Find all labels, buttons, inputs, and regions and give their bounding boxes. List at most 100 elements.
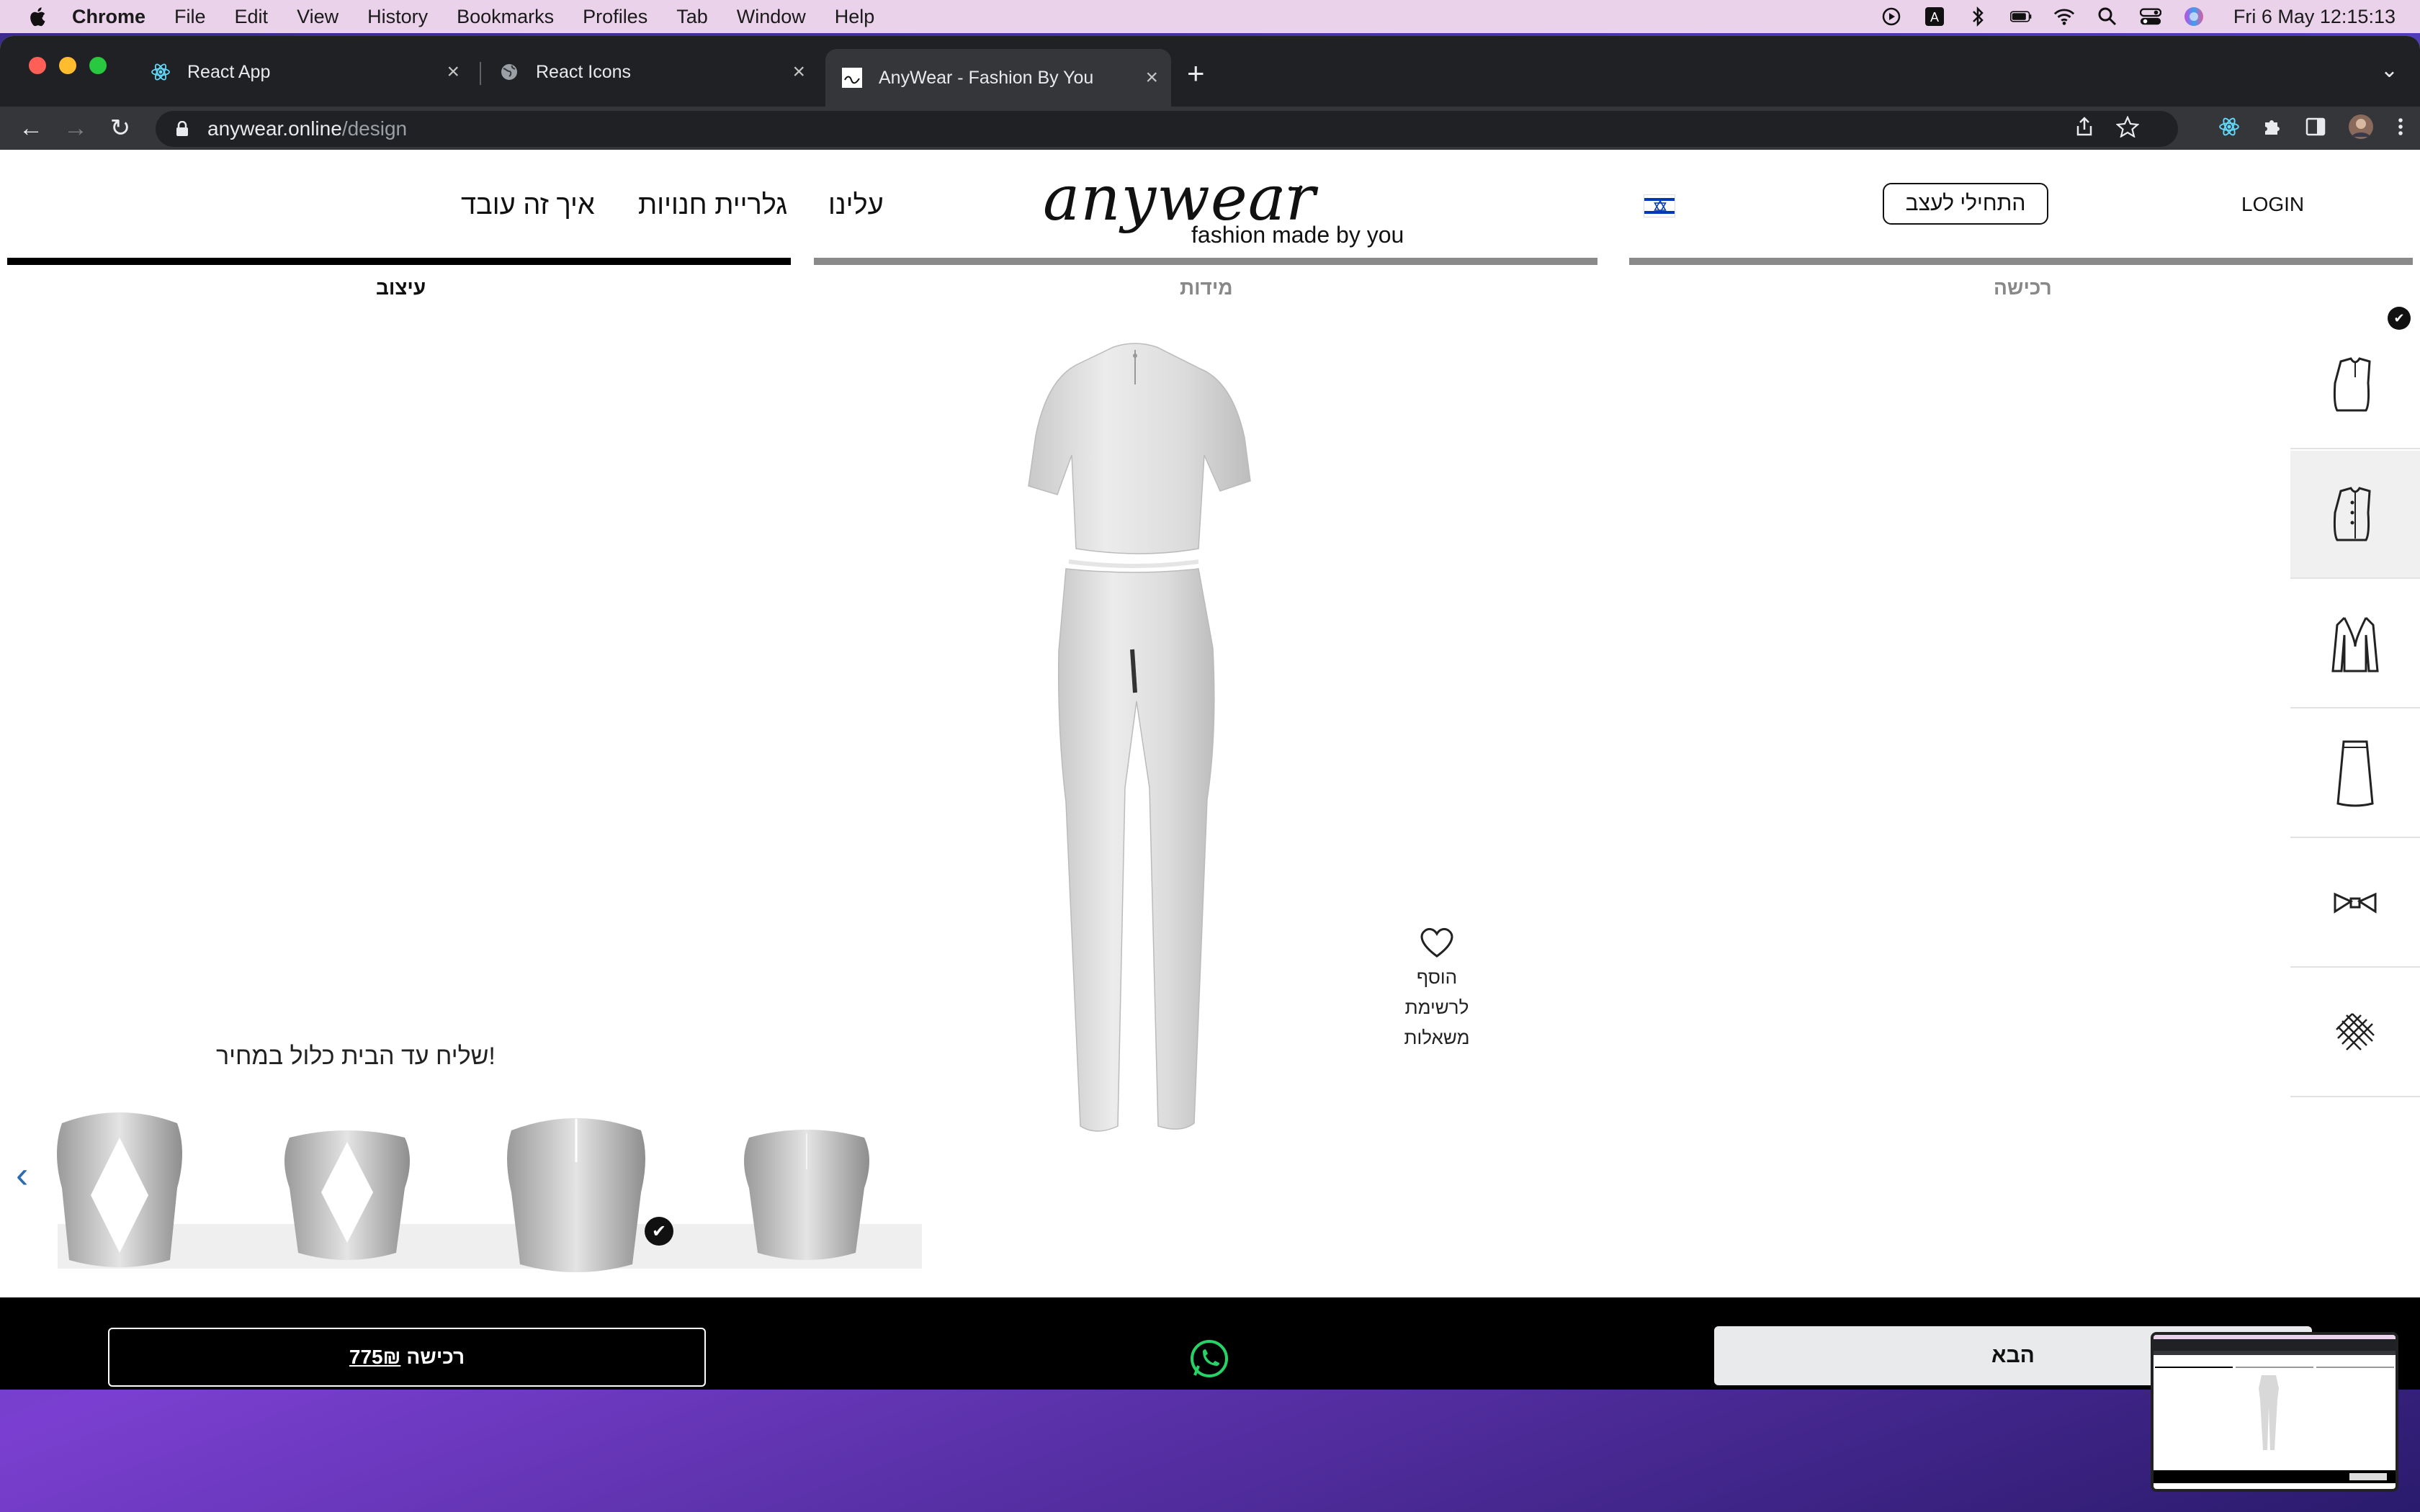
reload-icon[interactable]: ↻ [104, 112, 137, 145]
zoom-window-button[interactable] [89, 57, 107, 74]
add-to-wishlist[interactable]: הוסף לרשימת משאלות [1397, 926, 1476, 1053]
react-icon [150, 61, 171, 83]
step-label-measurements[interactable]: מידות [1180, 276, 1233, 300]
step-bar-purchase [1629, 258, 2413, 265]
menu-bookmarks[interactable]: Bookmarks [457, 6, 554, 28]
israel-flag-icon[interactable] [1644, 194, 1675, 217]
browser-toolbar: ← → ↻ anywear.online/design [0, 107, 2420, 150]
garment-3d-preview[interactable] [1005, 340, 1265, 1189]
menu-window[interactable]: Window [737, 6, 806, 28]
tab-react-icons[interactable]: React Icons × [483, 49, 818, 95]
wishlist-line-2: לרשימת [1404, 996, 1469, 1018]
url-host: anywear.online [207, 117, 342, 140]
anywear-logo[interactable]: anywear fashion made by you [1043, 163, 1417, 249]
carousel-prev-chevron-icon[interactable]: ‹ [16, 1153, 28, 1197]
wishlist-line-1: הוסף [1416, 966, 1458, 988]
login-link[interactable]: LOGIN [2241, 193, 2304, 216]
menu-edit[interactable]: Edit [235, 6, 269, 28]
fabric-pattern-icon [2336, 1013, 2375, 1050]
browser-window: React App × React Icons × AnyWear - Fash… [0, 36, 2420, 1390]
bookmark-star-icon[interactable] [2115, 114, 2140, 141]
screenshot-preview-thumbnail[interactable] [2151, 1332, 2398, 1492]
close-tab-icon[interactable]: × [447, 60, 460, 84]
share-icon[interactable] [2074, 116, 2094, 141]
wishlist-line-3: משאלות [1404, 1027, 1470, 1048]
menu-help[interactable]: Help [835, 6, 875, 28]
minimize-window-button[interactable] [59, 57, 76, 74]
menu-history[interactable]: History [367, 6, 428, 28]
selected-check-icon: ✔ [645, 1217, 673, 1246]
heart-icon[interactable] [1418, 926, 1456, 959]
start-designing-button[interactable]: התחילי לעצב [1883, 183, 2048, 225]
nav-about[interactable]: עלינו [828, 190, 884, 221]
new-tab-button[interactable]: + [1187, 56, 1205, 91]
bluetooth-icon[interactable] [1967, 6, 1989, 27]
anywear-favicon [841, 67, 863, 89]
web-page: איך זה עובד גלריית חנויות עלינו anywear … [0, 150, 2420, 1390]
top-garment-icon [2333, 357, 2371, 412]
back-arrow-icon[interactable]: ← [14, 112, 48, 145]
lock-icon [176, 121, 188, 136]
tab-search-chevron-icon[interactable]: ⌄ [2380, 58, 2398, 83]
sidebar-item-buttoned-top[interactable] [2290, 451, 2420, 579]
close-tab-icon[interactable]: × [1145, 66, 1158, 90]
close-tab-icon[interactable]: × [792, 60, 805, 84]
svg-text:A: A [1930, 10, 1939, 24]
tab-strip: React App × React Icons × AnyWear - Fash… [0, 36, 2420, 107]
tab-title: React Icons [536, 61, 632, 82]
back-option-diamond-small[interactable] [268, 1102, 426, 1274]
siri-icon[interactable] [2183, 6, 2205, 27]
sidebar-item-fabric[interactable] [2290, 969, 2420, 1097]
thumbnail-image [2154, 1335, 2396, 1483]
address-bar[interactable]: anywear.online/design [156, 111, 2178, 147]
sidebar-item-bow[interactable] [2290, 840, 2420, 968]
purchase-button[interactable]: 775₪ רכישה [108, 1328, 706, 1387]
url-path: /design [341, 117, 408, 140]
menu-tab[interactable]: Tab [676, 6, 708, 28]
bottom-action-bar: 775₪ רכישה הבא [0, 1297, 2420, 1390]
tab-title: React App [187, 61, 271, 82]
menu-profiles[interactable]: Profiles [583, 6, 647, 28]
skirt-icon [2336, 740, 2374, 807]
logo-tagline: fashion made by you [1191, 222, 1404, 248]
control-center-icon[interactable] [2139, 6, 2161, 27]
back-option-plain[interactable] [727, 1102, 886, 1274]
macos-menubar: Chrome File Edit View History Bookmarks … [0, 0, 2420, 33]
nav-store-gallery[interactable]: גלריית חנויות [638, 190, 787, 221]
nav-how-it-works[interactable]: איך זה עובד [461, 190, 595, 221]
globe-icon [498, 61, 520, 83]
step-label-purchase[interactable]: רכישה [1994, 276, 2052, 300]
back-style-carousel: ‹ ✔ [0, 1094, 922, 1276]
apple-icon[interactable] [27, 6, 48, 27]
battery-icon[interactable] [2009, 6, 2032, 27]
wifi-icon[interactable] [2053, 6, 2075, 27]
play-icon[interactable] [1881, 6, 1902, 27]
menu-view[interactable]: View [297, 6, 339, 28]
tab-anywear[interactable]: AnyWear - Fashion By You × [825, 49, 1171, 107]
sidebar-item-jacket[interactable] [2290, 580, 2420, 708]
side-panel-icon[interactable] [2305, 116, 2326, 141]
search-icon[interactable] [2097, 6, 2118, 27]
keyboard-a-icon[interactable]: A [1924, 6, 1945, 27]
back-option-seam-selected[interactable] [497, 1102, 655, 1274]
react-devtools-icon[interactable] [2218, 116, 2240, 141]
tab-react-app[interactable]: React App × [134, 49, 472, 95]
profile-avatar[interactable] [2348, 114, 2374, 143]
back-option-diamond-large[interactable] [40, 1102, 199, 1274]
menubar-clock[interactable]: Fri 6 May 12:15:13 [2233, 6, 2396, 28]
chrome-menu-icon[interactable] [2396, 116, 2406, 141]
close-window-button[interactable] [29, 57, 46, 74]
step-label-design[interactable]: עיצוב [376, 276, 426, 300]
menu-app-name[interactable]: Chrome [72, 6, 145, 28]
logo-dots-icon [1276, 185, 1303, 193]
tab-title: AnyWear - Fashion By You [879, 67, 1094, 88]
extensions-puzzle-icon[interactable] [2262, 116, 2283, 141]
forward-arrow-icon[interactable]: → [59, 112, 92, 145]
whatsapp-icon[interactable] [1188, 1338, 1230, 1380]
sidebar-item-top[interactable]: ✔ [2290, 307, 2420, 449]
step-bar-design [7, 258, 791, 265]
sidebar-item-skirt[interactable] [2290, 710, 2420, 838]
bow-icon [2334, 892, 2377, 914]
menu-file[interactable]: File [174, 6, 206, 28]
progress-steps: עיצוב מידות רכישה [0, 258, 2420, 315]
